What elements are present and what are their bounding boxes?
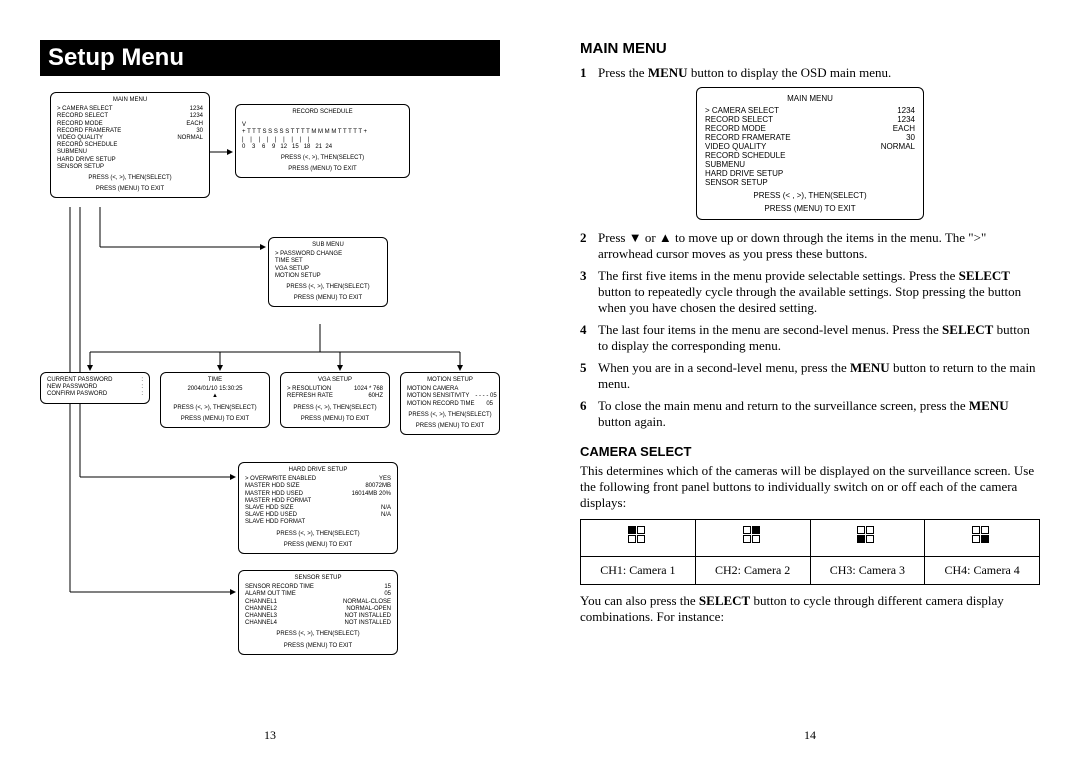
quad-icon-ch4	[925, 520, 1040, 557]
box-time: TIME 2004/01/10 15:30:25 ▲ PRESS (<, >),…	[160, 372, 270, 428]
page-number-left: 13	[0, 728, 540, 743]
box-main-menu: MAIN MENU > CAMERA SELECT1234RECORD SELE…	[50, 92, 210, 198]
quad-icon-ch2	[695, 520, 810, 557]
left-page: Setup Menu MAIN MENU > CAMERA	[0, 0, 540, 763]
step-1: Press the MENU button to display the OSD…	[598, 65, 1040, 81]
step-3: The first five items in the menu provide…	[598, 268, 1040, 316]
right-main-menu-box: MAIN MENU > CAMERA SELECT1234RECORD SELE…	[696, 87, 924, 220]
box-sensor: SENSOR SETUP SENSOR RECORD TIME15ALARM O…	[238, 570, 398, 655]
steps-list-2: 2Press ▼ or ▲ to move up or down through…	[580, 230, 1040, 430]
menu-diagram: MAIN MENU > CAMERA SELECT1234RECORD SELE…	[40, 92, 500, 712]
box-motion: MOTION SETUP MOTION CAMERAMOTION SENSITI…	[400, 372, 500, 435]
heading-main-menu: MAIN MENU	[580, 40, 1040, 57]
step-5: When you are in a second-level menu, pre…	[598, 360, 1040, 392]
box-sub-menu: SUB MENU > PASSWORD CHANGETIME SETVGA SE…	[268, 237, 388, 307]
step-4: The last four items in the menu are seco…	[598, 322, 1040, 354]
step-6: To close the main menu and return to the…	[598, 398, 1040, 430]
box-record-schedule: RECORD SCHEDULE V + T T T S S S S S T T …	[235, 104, 410, 178]
page-number-right: 14	[540, 728, 1080, 743]
ch2-label: CH2: Camera 2	[695, 557, 810, 585]
camera-select-intro: This determines which of the cameras wil…	[580, 463, 1040, 511]
quad-icon-ch1	[581, 520, 696, 557]
step-2: Press ▼ or ▲ to move up or down through …	[598, 230, 1040, 262]
right-page: MAIN MENU 1 Press the MENU button to dis…	[540, 0, 1080, 763]
heading-camera-select: CAMERA SELECT	[580, 444, 1040, 459]
box-hdd: HARD DRIVE SETUP > OVERWRITE ENABLEDYESM…	[238, 462, 398, 554]
setup-menu-banner: Setup Menu	[40, 40, 500, 76]
box-vga: VGA SETUP > RESOLUTION1024 * 768REFRESH …	[280, 372, 390, 428]
ch1-label: CH1: Camera 1	[581, 557, 696, 585]
camera-table: CH1: Camera 1 CH2: Camera 2 CH3: Camera …	[580, 519, 1040, 585]
steps-list: 1 Press the MENU button to display the O…	[580, 65, 1040, 81]
ch4-label: CH4: Camera 4	[925, 557, 1040, 585]
box-password: CURRENT PASSWORD:NEW PASSWORD:CONFIRM PA…	[40, 372, 150, 404]
camera-select-after: You can also press the SELECT button to …	[580, 593, 1040, 625]
quad-icon-ch3	[810, 520, 925, 557]
ch3-label: CH3: Camera 3	[810, 557, 925, 585]
